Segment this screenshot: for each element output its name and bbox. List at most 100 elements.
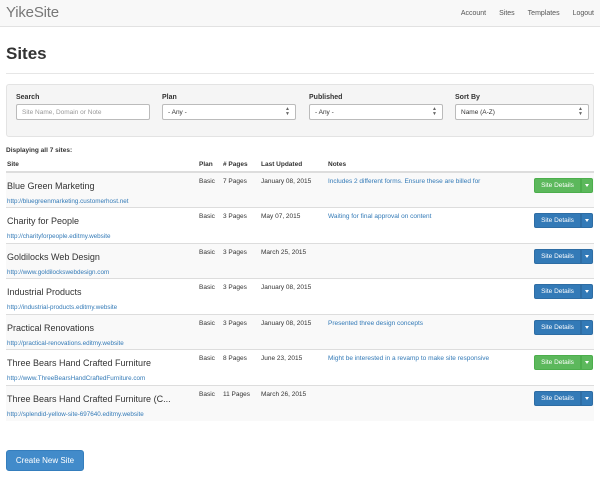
site-details-button-group: Site Details: [528, 178, 593, 193]
actions-cell: Site Details: [527, 172, 594, 208]
notes-cell: [327, 278, 527, 314]
site-details-dropdown-toggle[interactable]: [581, 390, 593, 406]
site-details-button[interactable]: Site Details: [534, 319, 581, 335]
caret-down-icon: [585, 184, 589, 187]
site-url-link[interactable]: http://www.ThreeBearsHandCraftedFurnitur…: [7, 375, 197, 382]
caret-down-icon: [585, 396, 589, 400]
nav-account-link[interactable]: Account: [461, 10, 486, 17]
nav-links: Account Sites Templates Logout: [448, 0, 594, 27]
updated-cell: March 25, 2015: [260, 242, 327, 279]
pages-cell: 3 Pages: [222, 278, 260, 314]
site-details-dropdown-toggle[interactable]: [581, 319, 593, 335]
site-details-dropdown-toggle[interactable]: [581, 248, 593, 264]
plan-group: Plan - Any - ▲ ▼: [162, 94, 296, 120]
table-header-row: Site Plan # Pages Last Updated Notes: [6, 157, 594, 173]
site-pages: 3 Pages: [223, 248, 247, 256]
site-url-link[interactable]: http://splendid-yellow-site-697640.editm…: [7, 411, 197, 418]
site-pages: 3 Pages: [223, 319, 247, 327]
col-header-pages[interactable]: # Pages: [222, 157, 260, 173]
site-name: Industrial Products: [7, 287, 82, 297]
caret-down-icon: [585, 361, 589, 364]
site-note: Includes 2 different forms. Ensure these…: [328, 178, 481, 185]
site-note: Might be interested in a revamp to make …: [328, 355, 490, 362]
select-arrows-icon: ▲ ▼: [285, 106, 290, 117]
site-details-dropdown-toggle[interactable]: [581, 213, 593, 228]
site-pages: 8 Pages: [223, 355, 247, 362]
site-url-link[interactable]: http://www.goldilockswebdesign.com: [7, 269, 197, 276]
nav-templates-link[interactable]: Templates: [528, 10, 560, 17]
notes-cell: Includes 2 different forms. Ensure these…: [327, 172, 527, 208]
pages-cell: 8 Pages: [222, 349, 260, 385]
site-plan: Basic: [199, 319, 215, 327]
plan-cell: Basic: [198, 172, 222, 208]
site-plan: Basic: [199, 355, 215, 362]
site-details-button[interactable]: Site Details: [534, 213, 581, 228]
col-header-updated[interactable]: Last Updated: [260, 157, 327, 173]
site-url-link[interactable]: http://practical-renovations.editmy.webs…: [7, 340, 197, 347]
col-header-actions: [527, 157, 594, 173]
notes-cell: Presented three design concepts: [327, 313, 527, 350]
site-last-updated: January 08, 2015: [261, 319, 312, 327]
sites-count: Displaying all 7 sites:: [6, 147, 73, 154]
site-details-dropdown-toggle[interactable]: [581, 284, 593, 299]
site-plan: Basic: [199, 390, 215, 398]
site-cell: Industrial Products http://industrial-pro…: [6, 278, 198, 314]
published-group: Published - Any - ▲ ▼: [309, 94, 443, 120]
brand-logo[interactable]: YikeSite: [6, 4, 59, 21]
site-url-link[interactable]: http://charityforpeople.editmy.website: [7, 233, 197, 240]
actions-cell: Site Details: [527, 278, 594, 314]
site-details-button[interactable]: Site Details: [534, 390, 581, 406]
site-details-button-group: Site Details: [528, 284, 593, 299]
site-details-button[interactable]: Site Details: [534, 355, 581, 370]
site-name: Three Bears Hand Crafted Furniture: [7, 358, 152, 368]
site-details-button[interactable]: Site Details: [534, 284, 581, 299]
site-details-button-group: Site Details: [528, 390, 593, 406]
plan-select[interactable]: - Any - ▲ ▼: [162, 104, 296, 120]
nav-sites-link[interactable]: Sites: [499, 10, 515, 17]
sort-select[interactable]: Name (A-Z) ▲ ▼: [455, 104, 589, 120]
nav-logout-link[interactable]: Logout: [573, 10, 594, 17]
site-cell: Charity for People http://charityforpeopl…: [6, 207, 198, 243]
col-header-site[interactable]: Site: [6, 157, 198, 173]
site-details-dropdown-toggle[interactable]: [581, 178, 593, 193]
site-details-button-group: Site Details: [528, 248, 593, 264]
create-new-site-button[interactable]: Create New Site: [6, 450, 84, 471]
col-header-plan[interactable]: Plan: [198, 157, 222, 173]
site-details-button-group: Site Details: [528, 213, 593, 228]
site-url-link[interactable]: http://industrial-products.editmy.websit…: [7, 304, 197, 311]
plan-cell: Basic: [198, 278, 222, 314]
table-row: Three Bears Hand Crafted Furniture http:/…: [6, 349, 594, 385]
site-pages: 7 Pages: [223, 178, 247, 185]
site-name: Practical Renovations: [7, 322, 95, 333]
site-last-updated: May 07, 2015: [261, 213, 301, 220]
caret-down-icon: [585, 254, 589, 258]
site-details-button[interactable]: Site Details: [534, 248, 581, 264]
updated-cell: January 08, 2015: [260, 172, 327, 208]
updated-cell: June 23, 2015: [260, 349, 327, 385]
site-details-dropdown-toggle[interactable]: [581, 355, 593, 370]
plan-select-value: - Any -: [168, 108, 187, 116]
site-note: Presented three design concepts: [328, 319, 424, 327]
site-details-button-group: Site Details: [528, 319, 593, 335]
site-name: Charity for People: [7, 216, 80, 226]
site-url-link[interactable]: http://bluegreenmarketing.customerhost.n…: [7, 198, 197, 205]
search-input[interactable]: [16, 104, 150, 120]
filter-panel: Search Plan - Any - ▲▼ Published - Any -…: [6, 84, 594, 137]
table-row: Three Bears Hand Crafted Furniture (C...…: [6, 384, 594, 421]
pages-cell: 3 Pages: [222, 207, 260, 243]
sort-label: Sort By: [455, 94, 480, 101]
actions-cell: Site Details: [527, 384, 594, 421]
col-header-notes[interactable]: Notes: [327, 157, 527, 173]
site-cell: Goldilocks Web Design http://www.goldiloc…: [6, 242, 198, 279]
site-details-button-group: Site Details: [528, 355, 593, 370]
sites-table: Site Plan # Pages Last Updated Notes Blu…: [6, 157, 594, 421]
site-last-updated: March 26, 2015: [261, 390, 307, 398]
site-details-button[interactable]: Site Details: [534, 178, 581, 193]
site-last-updated: March 25, 2015: [261, 248, 307, 256]
table-row: Goldilocks Web Design http://www.goldiloc…: [6, 242, 594, 279]
notes-cell: Might be interested in a revamp to make …: [327, 349, 527, 385]
site-cell: Practical Renovations http://practical-re…: [6, 313, 198, 350]
published-select[interactable]: - Any - ▲ ▼: [309, 104, 443, 120]
site-plan: Basic: [199, 284, 215, 291]
table-row: Blue Green Marketing http://bluegreenmark…: [6, 172, 594, 208]
